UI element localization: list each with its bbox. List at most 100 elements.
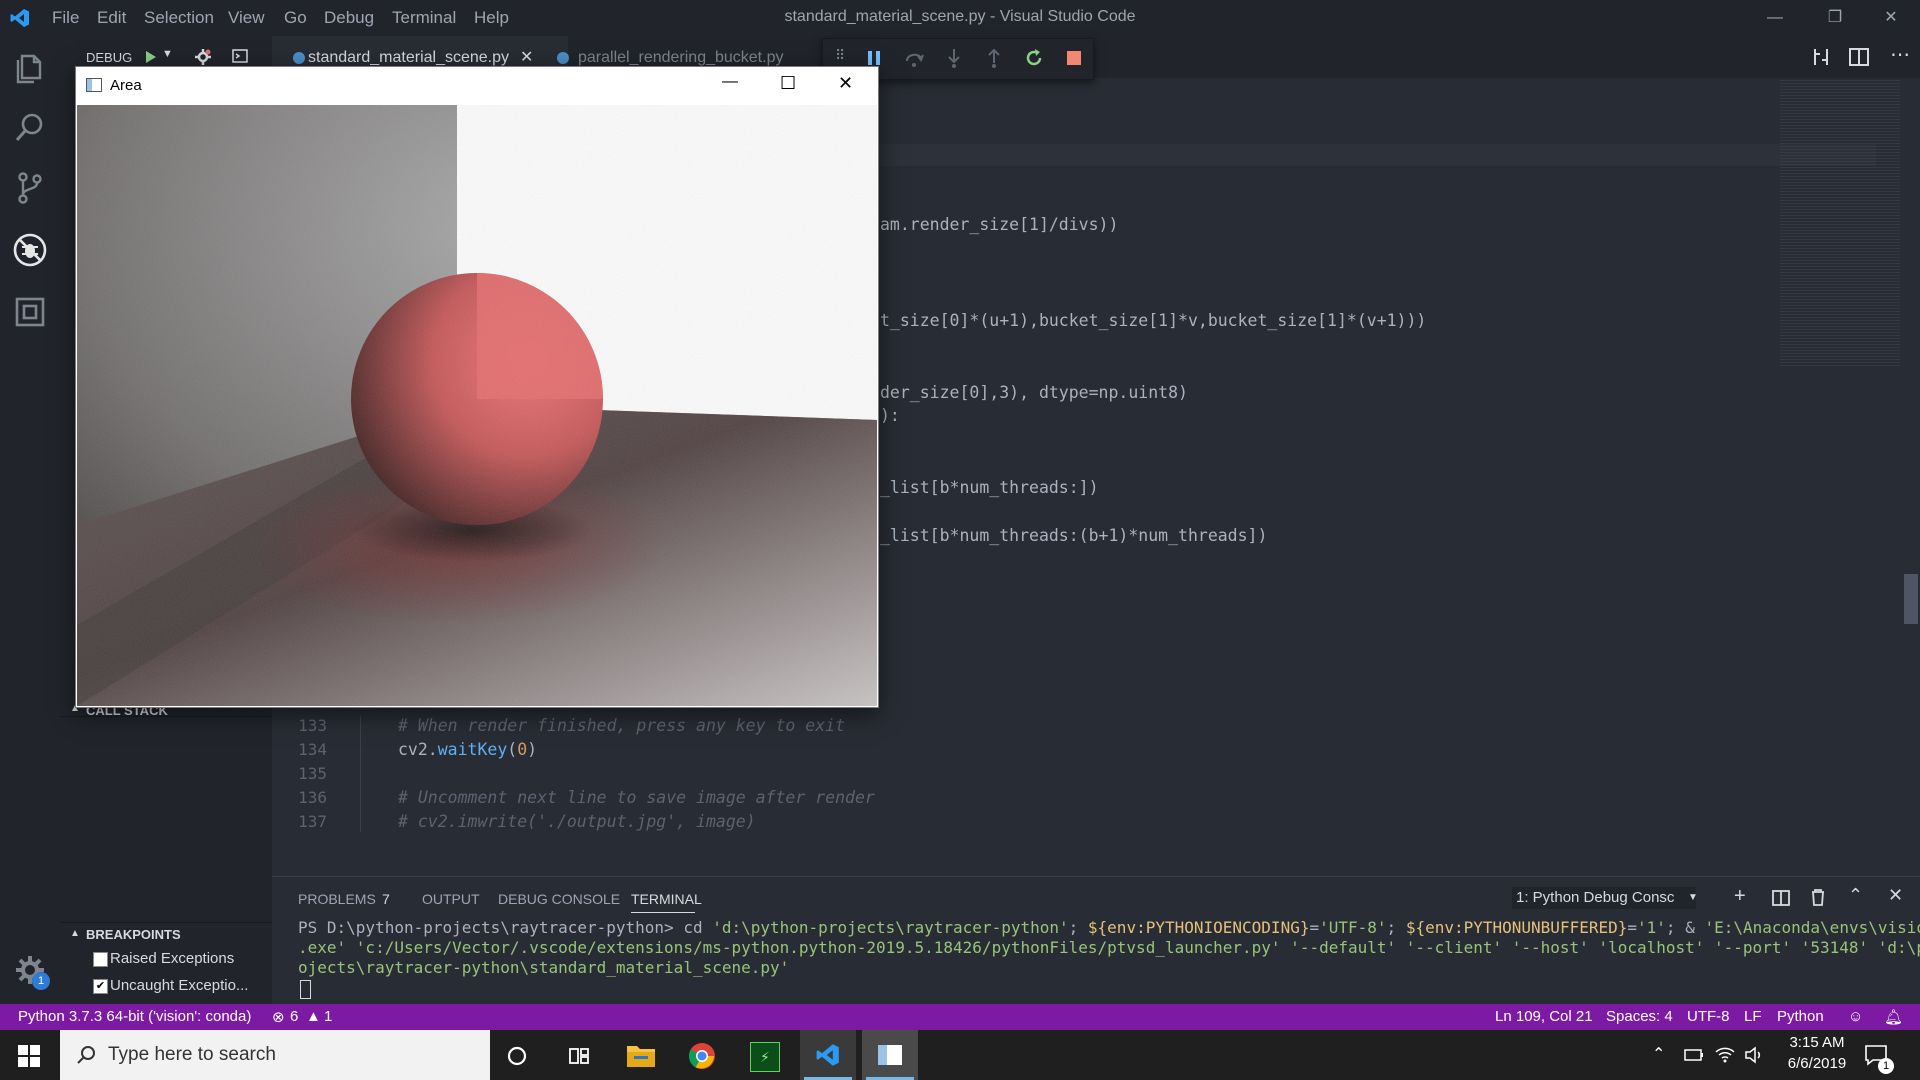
window-app-icon: [86, 78, 102, 92]
tab-output[interactable]: OUTPUT: [422, 891, 480, 907]
windows-start-icon[interactable]: [18, 1045, 40, 1067]
uncaught-exceptions-checkbox[interactable]: ✔: [93, 979, 108, 994]
code-line-partial: ):: [880, 406, 900, 425]
chevron-down-icon: ▼: [1688, 892, 1698, 903]
code-line: # When render finished, press any key to…: [398, 716, 846, 735]
tab-terminal[interactable]: TERMINAL: [631, 891, 702, 907]
step-out-icon[interactable]: [983, 47, 1005, 69]
compare-changes-icon[interactable]: [1810, 46, 1832, 68]
breakpoints-title: BREAKPOINTS: [86, 927, 181, 942]
python-interpreter[interactable]: Python 3.7.3 64-bit ('vision': conda): [18, 1008, 251, 1025]
extensions-icon[interactable]: [12, 294, 48, 330]
status-bar: Python 3.7.3 64-bit ('vision': conda) ⊗ …: [0, 1004, 1920, 1030]
debug-settings-icon[interactable]: [194, 48, 212, 66]
task-view-icon[interactable]: [568, 1045, 590, 1067]
debug-console-icon[interactable]: [232, 48, 248, 64]
step-into-icon[interactable]: [943, 47, 965, 69]
area-window[interactable]: Area ― ☐ ✕: [75, 66, 879, 708]
minimize-button[interactable]: ―: [1746, 0, 1804, 36]
activity-bar: 1: [0, 36, 60, 1004]
encoding[interactable]: UTF-8: [1687, 1008, 1730, 1025]
cortana-icon[interactable]: [506, 1045, 528, 1067]
current-line-highlight: [876, 144, 1876, 166]
tab-problems[interactable]: PROBLEMS: [298, 891, 376, 907]
code-line-partial: der_size[0],3), dtype=np.uint8): [880, 383, 1188, 402]
area-close-button[interactable]: ✕: [838, 73, 853, 94]
python-file-icon: [293, 52, 305, 64]
step-over-icon[interactable]: [903, 47, 925, 69]
drag-handle-icon[interactable]: ⠿: [835, 47, 845, 64]
restart-icon[interactable]: [1023, 47, 1045, 69]
render-scene: [77, 105, 877, 706]
area-title-bar[interactable]: Area ― ☐ ✕: [76, 67, 878, 105]
feedback-icon[interactable]: ☺: [1848, 1008, 1863, 1025]
bell-icon[interactable]: 🔔︎: [1884, 1008, 1903, 1026]
window-app-icon: [878, 1045, 902, 1065]
close-window-button[interactable]: ✕: [1862, 0, 1920, 36]
volume-icon[interactable]: [1744, 1045, 1764, 1065]
error-count[interactable]: 6: [290, 1008, 298, 1025]
error-icon[interactable]: ⊗: [272, 1008, 285, 1026]
source-control-icon[interactable]: [12, 170, 48, 206]
vscode-icon: [816, 1044, 839, 1066]
divider: [60, 716, 272, 717]
taskbar-search[interactable]: Type here to search: [60, 1030, 490, 1080]
line-number: 135: [298, 764, 327, 783]
stop-icon[interactable]: [1063, 47, 1085, 69]
trash-icon[interactable]: [1810, 888, 1826, 906]
config-dropdown-icon[interactable]: ▼: [162, 48, 173, 60]
indent-guide: [360, 716, 361, 832]
warning-count[interactable]: 1: [324, 1008, 332, 1025]
indentation[interactable]: Spaces: 4: [1606, 1008, 1673, 1025]
wifi-icon[interactable]: [1714, 1044, 1736, 1064]
code-line: cv2.waitKey(0): [398, 740, 538, 759]
split-terminal-icon[interactable]: [1772, 889, 1790, 907]
restore-button[interactable]: ❐: [1806, 0, 1864, 36]
breakpoints-header[interactable]: ▲ BREAKPOINTS: [60, 922, 272, 947]
terminal-cursor[interactable]: [300, 980, 311, 999]
split-editor-icon[interactable]: [1848, 46, 1870, 68]
line-endings[interactable]: LF: [1744, 1008, 1762, 1025]
title-bar: File Edit Selection View Go Debug Termin…: [0, 0, 1920, 36]
chrome-icon[interactable]: [688, 1042, 716, 1070]
notification-badge: 1: [1878, 1058, 1894, 1074]
code-line-partial: am.render_size[1]/divs)): [880, 215, 1119, 234]
terminal-app-icon[interactable]: ⚡: [750, 1042, 780, 1072]
python-file-icon: [557, 52, 569, 64]
tab-label: parallel_rendering_bucket.py: [578, 49, 784, 66]
file-explorer-icon[interactable]: [626, 1042, 656, 1068]
close-panel-icon[interactable]: ✕: [1888, 885, 1903, 906]
tab-debug-console[interactable]: DEBUG CONSOLE: [498, 891, 620, 907]
cursor-position[interactable]: Ln 109, Col 21: [1495, 1008, 1593, 1025]
area-maximize-button[interactable]: ☐: [780, 73, 796, 94]
terminal-select-value: 1: Python Debug Consc: [1516, 889, 1675, 906]
start-debug-icon[interactable]: [144, 50, 158, 64]
debug-label: DEBUG: [86, 50, 133, 65]
area-window-title: Area: [110, 77, 142, 94]
new-terminal-icon[interactable]: +: [1734, 885, 1746, 908]
raised-exceptions-label: Raised Exceptions: [110, 950, 235, 967]
terminal-line: ojects\raytracer-python\standard_materia…: [298, 958, 790, 977]
more-actions-icon[interactable]: ⋯: [1890, 42, 1910, 67]
area-minimize-button[interactable]: ―: [722, 73, 738, 91]
vscode-taskbar-item[interactable]: [800, 1030, 856, 1080]
battery-icon[interactable]: [1684, 1048, 1704, 1062]
search-icon[interactable]: [12, 110, 48, 146]
terminal-line: PS D:\python-projects\raytracer-python> …: [298, 918, 1920, 937]
raised-exceptions-checkbox[interactable]: [93, 952, 108, 967]
language-mode[interactable]: Python: [1777, 1008, 1824, 1025]
chevron-up-icon[interactable]: ⌃: [1652, 1044, 1665, 1064]
debug-icon[interactable]: [12, 232, 48, 268]
warning-icon[interactable]: ▲: [306, 1008, 321, 1025]
render-image: [77, 105, 877, 706]
active-tab-underline: [631, 912, 695, 913]
maximize-panel-icon[interactable]: ⌃: [1848, 885, 1863, 906]
explorer-icon[interactable]: [12, 50, 48, 86]
editor-scrollbar[interactable]: [1904, 574, 1918, 624]
search-icon: [77, 1046, 95, 1064]
terminal-select[interactable]: 1: Python Debug Consc ▼: [1512, 887, 1698, 909]
area-taskbar-item[interactable]: [862, 1030, 918, 1080]
clock-date[interactable]: 6/6/2019: [1782, 1055, 1852, 1072]
clock-time[interactable]: 3:15 AM: [1782, 1034, 1852, 1051]
minimap[interactable]: [1780, 78, 1900, 368]
